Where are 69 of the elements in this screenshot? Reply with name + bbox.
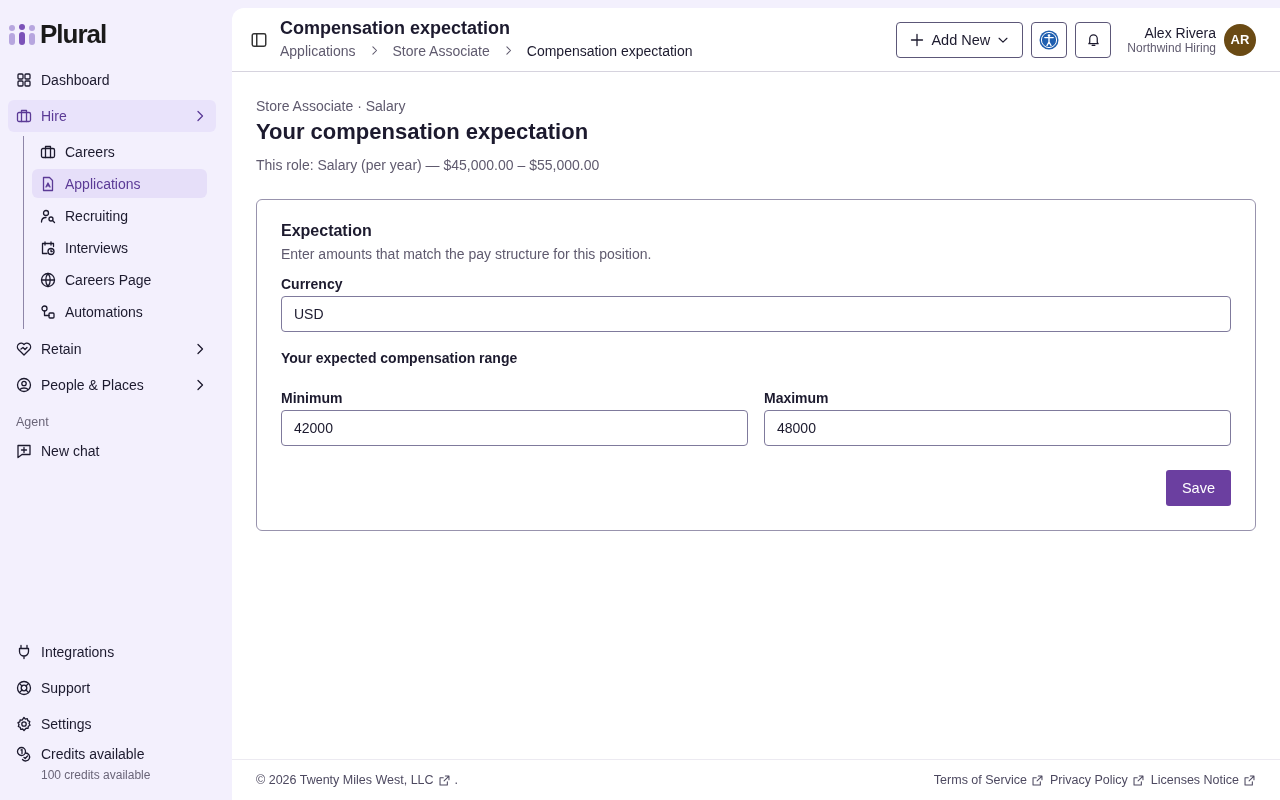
breadcrumb-link[interactable]: Store Associate (392, 42, 490, 59)
nav-subitem[interactable]: Automations (32, 297, 207, 326)
nav-subitem[interactable]: Interviews (32, 233, 207, 262)
nav-item[interactable]: Support (8, 670, 216, 706)
card-description: Enter amounts that match the pay structure for this position. (281, 246, 653, 262)
page-heading: Your compensation expectation (256, 119, 590, 145)
section-heading: Your expected compensation range (281, 350, 519, 366)
credits-label: Credits available (41, 746, 145, 762)
footer-link[interactable]: Privacy Policy (1049, 773, 1145, 787)
nav-item[interactable]: People & Places (8, 369, 216, 401)
page-title: Compensation expectation (280, 17, 512, 39)
nav-icon (16, 680, 32, 696)
external-link-icon (1243, 773, 1256, 787)
section-heading: Agent (16, 415, 50, 429)
nav-icon (16, 377, 32, 393)
save-button[interactable]: Save (1165, 470, 1231, 506)
nav-icon (16, 108, 32, 124)
nav-subitem[interactable]: Applications (32, 169, 207, 198)
maximum-field[interactable]: 48000 (764, 410, 1231, 446)
brand-name: Plural (40, 19, 107, 50)
nav-item[interactable]: New chat (8, 435, 216, 467)
nav-icon (40, 271, 56, 288)
field-label: Maximum (764, 390, 830, 406)
external-link-icon (437, 773, 451, 787)
external-link-icon (1131, 773, 1145, 787)
currency-field[interactable]: USD (281, 296, 1231, 332)
notification-button[interactable] (1075, 21, 1112, 58)
nav-icon (40, 239, 56, 256)
sidebar-toggle-button[interactable] (250, 30, 268, 49)
user-avatar[interactable]: AR (1224, 23, 1256, 56)
nav-subitem[interactable]: Careers (32, 137, 207, 166)
copyright-link[interactable]: © 2026 Twenty Miles West, LLC (256, 773, 451, 787)
coins-icon (16, 746, 32, 762)
minimum-field[interactable]: 42000 (281, 410, 748, 446)
organization-name: Northwind Hiring (1127, 40, 1216, 55)
footer-link[interactable]: Licenses Notice (1150, 773, 1256, 787)
chat-icon (16, 443, 32, 459)
field-label: Minimum (281, 390, 344, 406)
plus-icon (909, 31, 926, 48)
add-new-button[interactable]: Add New (896, 21, 1024, 58)
copyright-period: . (454, 773, 459, 787)
bell-icon (1085, 32, 1101, 47)
nav-icon (40, 175, 56, 192)
user-name: Alex Rivera (1144, 24, 1216, 41)
nav-icon (16, 341, 32, 357)
nav-subitem[interactable]: Careers Page (32, 265, 207, 294)
nav-item[interactable]: Integrations (8, 634, 216, 670)
nav-subitem[interactable]: Recruiting (32, 201, 207, 230)
nav-item[interactable]: Settings (8, 706, 216, 742)
accessibility-icon (1039, 29, 1060, 50)
breadcrumb-link[interactable]: Applications (280, 42, 356, 59)
external-link-icon (1030, 773, 1044, 787)
field-label: Currency (281, 276, 344, 292)
nav-item[interactable]: Dashboard (8, 64, 216, 96)
role-summary: This role: Salary (per year) — $45,000.00 – $55,000.00 (256, 157, 601, 173)
nav-item[interactable]: Hire (8, 100, 216, 132)
credits-detail: 100 credits available (41, 768, 152, 782)
accessibility-button[interactable] (1031, 21, 1068, 58)
logo-icon (8, 22, 36, 47)
nav-item[interactable]: Retain (8, 333, 216, 365)
nav-icon (16, 644, 32, 660)
card-title: Expectation (281, 222, 373, 240)
nav-icon (16, 72, 32, 88)
nav-icon (40, 143, 56, 160)
page-eyebrow: Store Associate · Salary (256, 98, 407, 114)
nav-icon (16, 716, 32, 732)
nav-icon (40, 207, 56, 224)
nav-icon (40, 303, 56, 320)
footer-link[interactable]: Terms of Service (933, 773, 1044, 787)
